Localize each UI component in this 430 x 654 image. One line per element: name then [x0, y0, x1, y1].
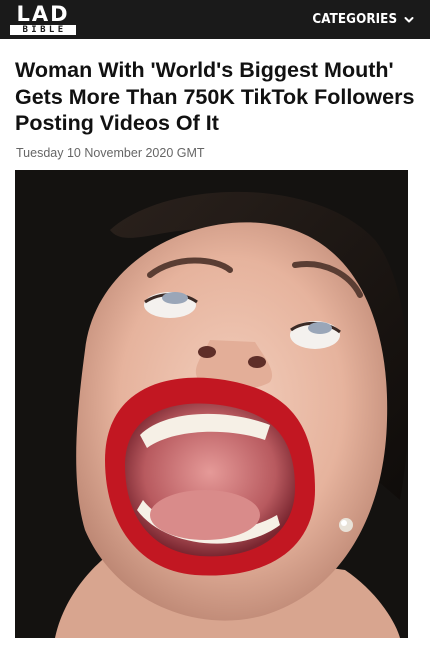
categories-menu-button[interactable]: CATEGORIES — [305, 12, 414, 27]
page: LAD BIBLE CATEGORIES Woman With 'World's… — [0, 0, 430, 654]
categories-label: CATEGORIES — [312, 12, 397, 27]
site-header: LAD BIBLE CATEGORIES — [0, 0, 430, 39]
article-date: Tuesday 10 November 2020 GMT — [16, 146, 205, 160]
ladbible-logo[interactable]: LAD BIBLE — [10, 1, 76, 35]
logo-wordmark-bottom: BIBLE — [10, 24, 76, 35]
logo-wordmark-top: LAD — [16, 1, 70, 26]
article-headline: Woman With 'World's Biggest Mouth' Gets … — [15, 58, 415, 135]
article-hero-image[interactable] — [15, 170, 408, 638]
chevron-down-icon — [404, 15, 414, 25]
